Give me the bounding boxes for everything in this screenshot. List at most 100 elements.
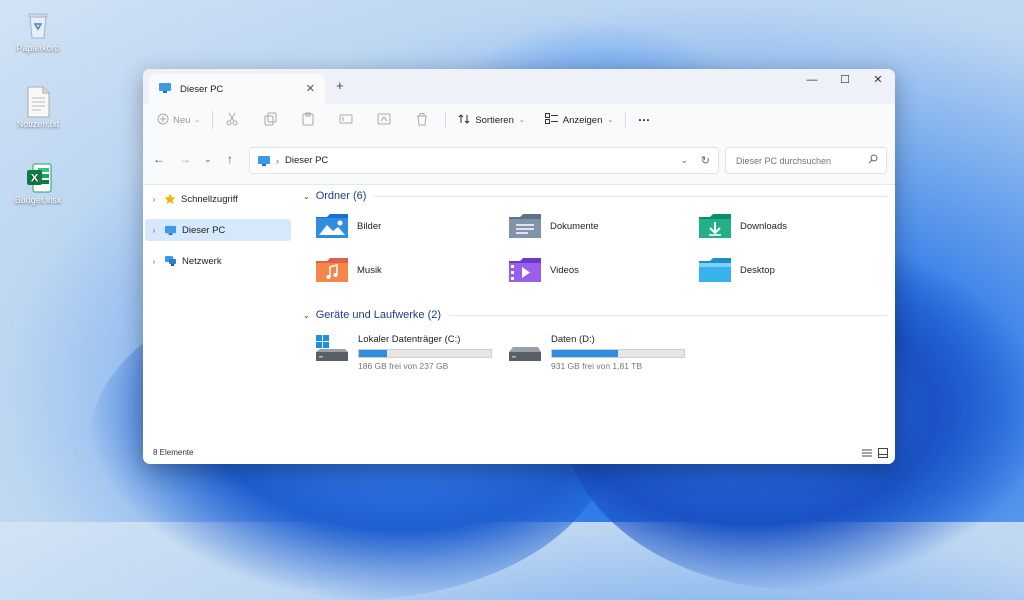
sort-button[interactable]: Sortieren ⌄ (452, 107, 530, 133)
share-button[interactable] (371, 107, 397, 133)
recent-locations-button[interactable]: ⌄ (204, 154, 212, 165)
refresh-icon[interactable]: ↻ (701, 154, 710, 167)
trash-icon (415, 112, 429, 129)
sidebar-item-this-pc[interactable]: › Dieser PC (145, 219, 291, 241)
toolbar-divider (445, 111, 447, 129)
new-tab-button[interactable]: + (336, 78, 344, 93)
desktop-icon-recycle-bin[interactable]: Papierkorb (6, 10, 70, 53)
drive-usage-bar (551, 349, 685, 358)
rename-icon (339, 112, 353, 129)
cut-button[interactable] (219, 107, 245, 133)
downloads-folder-icon (698, 213, 732, 239)
windows-drive-icon (315, 334, 349, 364)
view-label: Anzeigen (562, 114, 603, 126)
folder-pictures[interactable]: Bilder (315, 213, 381, 239)
chevron-right-icon[interactable]: › (147, 257, 161, 266)
desktop-folder-icon (698, 257, 732, 283)
search-box[interactable] (725, 147, 887, 174)
chevron-right-icon[interactable]: › (147, 226, 161, 235)
list-view-icon (862, 449, 872, 457)
folder-desktop[interactable]: Desktop (698, 257, 775, 283)
delete-button[interactable] (409, 107, 435, 133)
group-header-folders[interactable]: ⌄ Ordner (6) (303, 190, 888, 202)
maximize-button[interactable]: ☐ (828, 69, 862, 91)
folder-label: Desktop (740, 264, 775, 276)
recycle-bin-icon (25, 10, 51, 40)
rename-button[interactable] (333, 107, 359, 133)
desktop-icon-budget[interactable]: X Budget.xlsx (6, 162, 70, 205)
drive-free-text: 931 GB frei von 1,81 TB (551, 361, 643, 371)
svg-text:X: X (31, 173, 39, 185)
drive-d[interactable]: Daten (D:) 931 GB frei von 1,81 TB (508, 334, 685, 371)
chevron-down-icon: ⌄ (303, 310, 310, 320)
clipboard-icon (301, 112, 315, 129)
group-divider (449, 314, 888, 316)
drive-free-text: 186 GB frei von 237 GB (358, 361, 449, 371)
drive-label: Daten (D:) (551, 334, 595, 345)
group-header-label: Geräte und Laufwerke (2) (315, 309, 442, 321)
sort-icon (458, 113, 470, 128)
group-header-label: Ordner (6) (315, 190, 367, 202)
drive-c[interactable]: Lokaler Datenträger (C:) 186 GB frei von… (315, 334, 492, 371)
tab-dieser-pc[interactable]: Dieser PC ✕ (149, 74, 325, 104)
sort-label: Sortieren (475, 114, 514, 126)
more-options-button[interactable]: ··· (632, 107, 656, 133)
folder-music[interactable]: Musik (315, 257, 382, 283)
paste-button[interactable] (295, 107, 321, 133)
sidebar-item-label: Netzwerk (182, 255, 222, 267)
item-count: 8 Elemente (153, 448, 194, 457)
tiles-view-icon (878, 448, 888, 458)
minimize-button[interactable]: — (795, 69, 829, 91)
desktop-icon-notes[interactable]: Notizen.txt (6, 86, 70, 129)
address-bar-row: ← → ⌄ ↑ › Dieser PC ⌄ ↻ (143, 136, 895, 185)
tiles-view-button[interactable] (878, 448, 888, 460)
copy-icon (263, 112, 277, 129)
videos-folder-icon (508, 257, 542, 283)
drive-usage-fill (552, 350, 618, 357)
computer-icon (158, 82, 172, 97)
sidebar-item-quick-access[interactable]: › Schnellzugriff (145, 188, 291, 210)
plus-circle-icon (157, 113, 169, 128)
toolbar-divider (212, 111, 214, 129)
chevron-right-icon[interactable]: › (147, 195, 161, 204)
folder-videos[interactable]: Videos (508, 257, 579, 283)
title-bar: Dieser PC ✕ + — ☐ ✕ (143, 69, 895, 104)
music-folder-icon (315, 257, 349, 283)
drive-label: Lokaler Datenträger (C:) (358, 334, 461, 345)
search-icon (868, 154, 878, 166)
chevron-down-icon: ⌄ (518, 117, 525, 124)
sidebar-item-network[interactable]: › Netzwerk (145, 250, 291, 272)
chevron-down-icon: ⌄ (607, 117, 614, 124)
new-button[interactable]: Neu ⌄ (151, 107, 206, 133)
drive-usage-fill (359, 350, 388, 357)
sidebar-item-label: Schnellzugriff (181, 193, 238, 205)
up-button[interactable]: ↑ (227, 152, 233, 166)
breadcrumb[interactable]: Dieser PC (285, 155, 328, 166)
view-button[interactable]: Anzeigen ⌄ (539, 107, 620, 133)
folder-documents[interactable]: Dokumente (508, 213, 599, 239)
command-bar: Neu ⌄ Sortieren ⌄ Anzeigen ⌄ ··· (143, 104, 895, 136)
folder-label: Dokumente (550, 220, 599, 232)
folder-label: Videos (550, 264, 579, 276)
content-pane: ⌄ Ordner (6) Bilder Dokumente Downloads (293, 185, 895, 451)
search-input[interactable] (734, 154, 868, 167)
view-icon (544, 113, 558, 127)
tab-close-button[interactable]: ✕ (306, 82, 315, 95)
folder-label: Musik (357, 264, 382, 276)
forward-button[interactable]: → (179, 152, 191, 166)
desktop-icon-label: Notizen.txt (16, 119, 60, 129)
folder-label: Downloads (740, 220, 787, 232)
new-button-label: Neu (173, 114, 191, 126)
copy-button[interactable] (257, 107, 283, 133)
back-button[interactable]: ← (153, 152, 165, 166)
group-header-drives[interactable]: ⌄ Geräte und Laufwerke (2) (303, 309, 888, 321)
folder-downloads[interactable]: Downloads (698, 213, 787, 239)
address-dropdown-button[interactable]: ⌄ (680, 155, 688, 166)
details-view-button[interactable] (862, 448, 872, 460)
pictures-folder-icon (315, 213, 349, 239)
address-bar[interactable]: › Dieser PC ⌄ ↻ (249, 147, 719, 174)
desktop-icon-label: Budget.xlsx (14, 195, 62, 205)
computer-icon (257, 155, 271, 167)
network-icon (164, 255, 177, 267)
close-button[interactable]: ✕ (861, 69, 895, 91)
